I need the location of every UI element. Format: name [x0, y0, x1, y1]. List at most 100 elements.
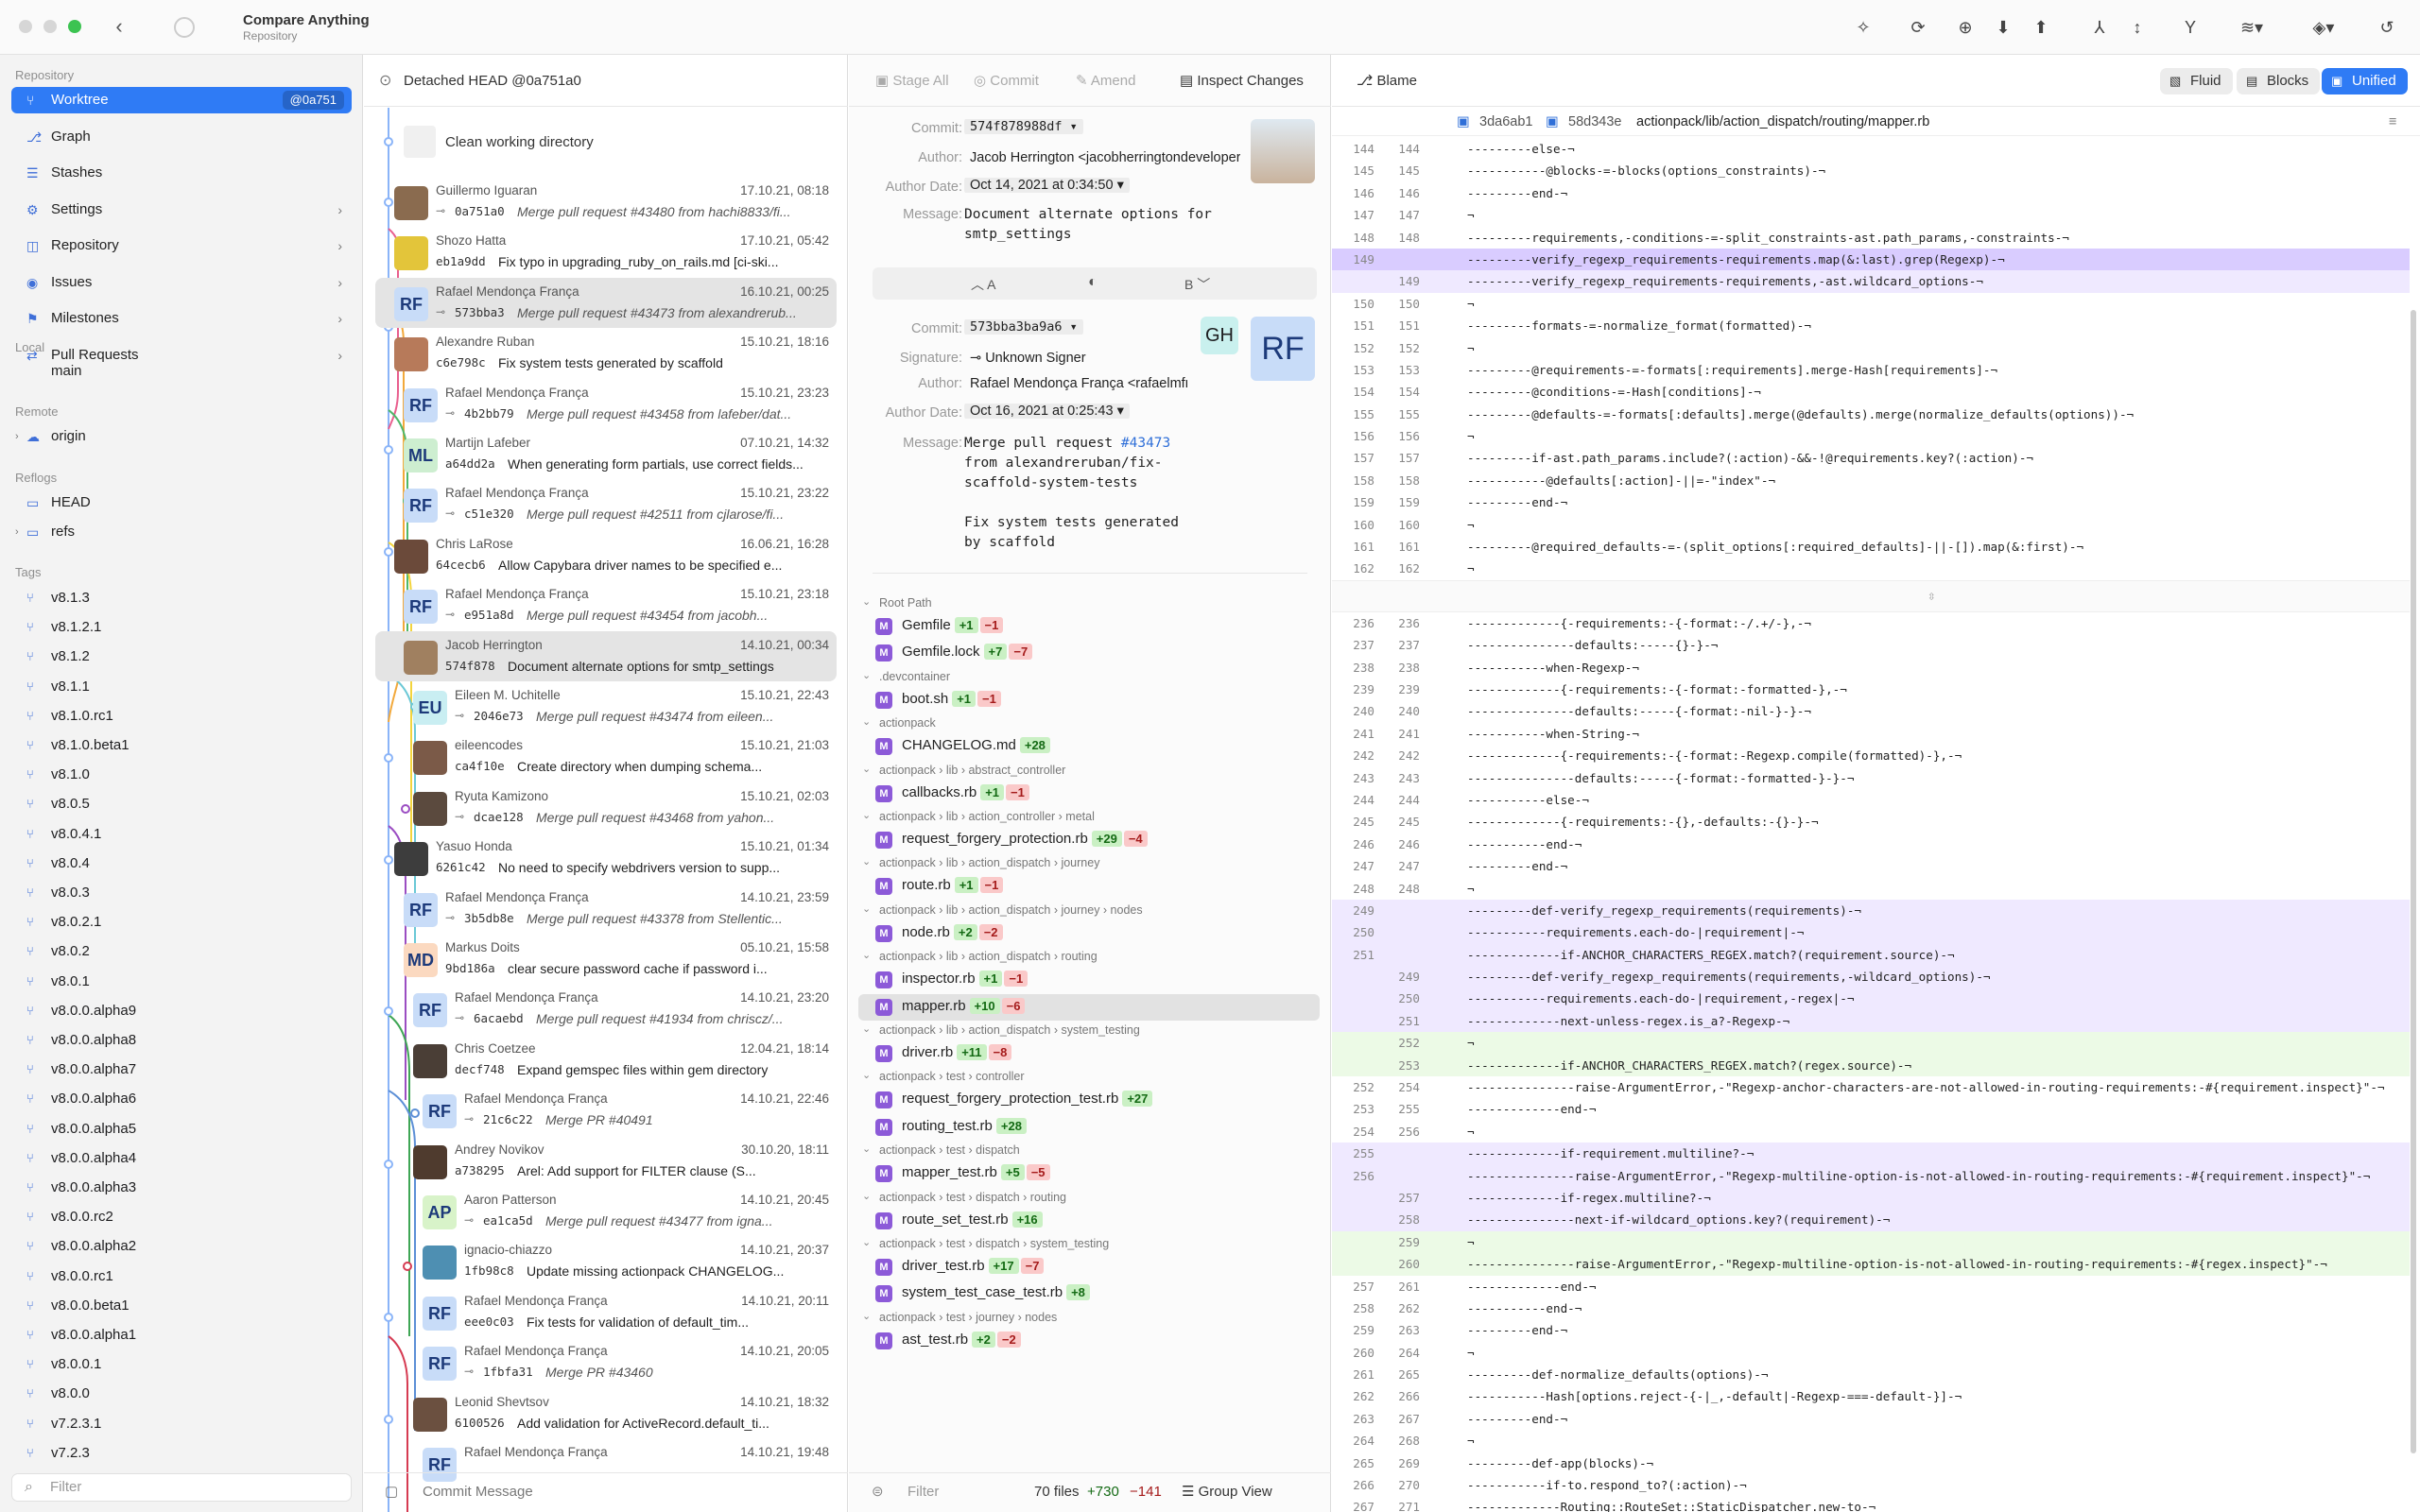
file-filter-input[interactable]: Filter [908, 1473, 939, 1511]
pull-icon[interactable]: ⬇ [1989, 13, 2017, 42]
tag-item[interactable]: ⑂ v8.1.0 [11, 762, 352, 788]
folder-path-row[interactable]: ⌄ .devcontainer [849, 667, 1331, 688]
tag-item[interactable]: ⑂ v8.1.1 [11, 674, 352, 700]
commit-row[interactable]: Shozo Hatta 17.10.21, 05:42 eb1a9dd Fix typ… [375, 227, 837, 277]
tag-item[interactable]: ⑂ v8.0.0.alpha7 [11, 1057, 352, 1083]
tag-item[interactable]: ⑂ v7.2.3 [11, 1440, 352, 1467]
reflog-item-head[interactable]: ▭ HEAD [11, 490, 352, 516]
blame-button[interactable]: ⎇ Blame [1357, 72, 1417, 89]
commit-row[interactable]: RF Rafael Mendonça França 15.10.21, 23:18 ⊸… [375, 580, 837, 630]
remote-item-origin[interactable]: › ☁ origin [11, 423, 352, 450]
tag-item[interactable]: ⑂ v8.0.0.alpha3 [11, 1175, 352, 1201]
tag-item[interactable]: ⑂ v8.0.2.1 [11, 909, 352, 936]
changed-file-row[interactable]: Mrouting_test.rb +28 [849, 1114, 1331, 1141]
layers-menu-icon[interactable]: ◈▾ [2303, 13, 2344, 42]
commit-row[interactable]: Chris LaRose 16.06.21, 16:28 64cecb6 Allow … [375, 530, 837, 580]
amend-button[interactable]: ✎ Amend [1076, 72, 1135, 89]
minimize-window-button[interactable] [43, 20, 57, 33]
folder-path-row[interactable]: ⌄ Root Path [849, 593, 1331, 614]
tag-item[interactable]: ⑂ v8.1.2 [11, 644, 352, 670]
tag-item[interactable]: ⑂ v7.2.3.1 [11, 1411, 352, 1437]
changed-file-row[interactable]: Mnode.rb +2 −2 [849, 920, 1331, 947]
commit-row[interactable]: MD Markus Doits 05.10.21, 15:58 9bd186a clea… [375, 934, 837, 984]
chevron-right-icon[interactable]: › [337, 232, 342, 259]
commit-row[interactable]: RF Rafael Mendonça França 14.10.21, 20:11 e… [375, 1287, 837, 1337]
tag-item[interactable]: ⑂ v8.0.0.alpha4 [11, 1145, 352, 1172]
refresh-icon[interactable]: ⟳ [1904, 13, 1932, 42]
chevron-right-icon[interactable]: › [337, 197, 342, 223]
tag-item[interactable]: ⑂ v8.0.0.beta1 [11, 1293, 352, 1319]
tag-item[interactable]: ⑂ v8.1.0.beta1 [11, 732, 352, 759]
folder-path-row[interactable]: ⌄ actionpack › lib › action_dispatch › sy… [849, 1021, 1331, 1041]
blocks-toggle[interactable]: ▤ Blocks [2237, 68, 2321, 94]
commit-row[interactable]: RF Rafael Mendonça França 14.10.21, 20:05 ⊸… [375, 1337, 837, 1387]
sidebar-item-issues[interactable]: ◉ Issues › [11, 269, 352, 296]
commit-b-hash[interactable]: 573bba3ba9a6 ▾ [964, 319, 1083, 335]
commit-row[interactable]: Andrey Novikov 30.10.20, 18:11 a738295 Arel… [375, 1136, 837, 1186]
chevron-right-icon[interactable]: › [337, 269, 342, 296]
fetch-icon[interactable]: ⊕ [1951, 13, 1979, 42]
tag-item[interactable]: ⑂ v8.0.4.1 [11, 821, 352, 848]
tag-item[interactable]: ⑂ v8.0.0.alpha2 [11, 1233, 352, 1260]
changed-file-row[interactable]: Mrequest_forgery_protection.rb +29 −4 [849, 827, 1331, 853]
tag-item[interactable]: ⑂ v8.0.0.alpha6 [11, 1086, 352, 1112]
working-directory-label[interactable]: Clean working directory [445, 134, 594, 150]
folder-path-row[interactable]: ⌄ actionpack [849, 713, 1331, 734]
tag-item[interactable]: ⑂ v8.0.2 [11, 938, 352, 965]
commit-row[interactable]: RF Rafael Mendonça França 14.10.21, 22:46 ⊸… [375, 1085, 837, 1135]
commit-row[interactable]: RF Rafael Mendonça França 14.10.21, 23:20 ⊸… [375, 984, 837, 1034]
commit-row[interactable]: AP Aaron Patterson 14.10.21, 20:45 ⊸ ea1ca5d… [375, 1186, 837, 1236]
commit-b-date[interactable]: Oct 16, 2021 at 0:25:43 ▾ [964, 404, 1130, 419]
side-a-button[interactable]: ︿ A [971, 275, 995, 294]
swap-icon[interactable]: ◐ [1088, 274, 1098, 291]
changed-file-row[interactable]: Mmapper.rb +10 −6 [858, 993, 1320, 1021]
commit-a-date[interactable]: Oct 14, 2021 at 0:34:50 ▾ [964, 178, 1130, 193]
commit-row[interactable]: Alexandre Ruban 15.10.21, 18:16 c6e798c Fix… [375, 328, 837, 378]
folder-path-row[interactable]: ⌄ actionpack › lib › action_dispatch › jo… [849, 853, 1331, 874]
options-icon[interactable]: ≡ [2389, 108, 2396, 136]
sidebar-item-repository[interactable]: ◫ Repository › [11, 232, 352, 259]
folder-path-row[interactable]: ⌄ actionpack › test › dispatch › routing [849, 1188, 1331, 1209]
push-icon[interactable]: ⬆ [2027, 13, 2055, 42]
sidebar-item-settings[interactable]: ⚙ Settings › [11, 197, 352, 223]
sidebar-item-graph[interactable]: ⎇ Graph [11, 124, 352, 150]
group-view-button[interactable]: ☰ Group View [1182, 1473, 1272, 1511]
commit-row[interactable]: Yasuo Honda 15.10.21, 01:34 6261c42 No need… [375, 833, 837, 883]
changed-file-row[interactable]: Mdriver_test.rb +17 −7 [849, 1254, 1331, 1280]
tag-item[interactable]: ⑂ v8.0.0.alpha1 [11, 1322, 352, 1349]
changed-file-row[interactable]: Mdriver.rb +11 −8 [849, 1040, 1331, 1067]
folder-path-row[interactable]: ⌄ actionpack › test › controller [849, 1067, 1331, 1088]
commit-row[interactable]: ML Martijn Lafeber 07.10.21, 14:32 a64dd2a W… [375, 429, 837, 479]
chevron-right-icon[interactable]: › [337, 305, 342, 332]
commit-row[interactable]: Leonid Shevtsov 14.10.21, 18:32 6100526 Add… [375, 1388, 837, 1438]
tag-item[interactable]: ⑂ v8.1.0.rc1 [11, 703, 352, 730]
commit-row[interactable]: ignacio-chiazzo 14.10.21, 20:37 1fb98c8 Upd… [375, 1236, 837, 1286]
branch-item-main[interactable]: main [11, 358, 352, 385]
tag-item[interactable]: ⑂ v8.0.0.alpha5 [11, 1116, 352, 1143]
sidebar-item-stashes[interactable]: ☰ Stashes [11, 160, 352, 186]
changed-file-row[interactable]: Mmapper_test.rb +5 −5 [849, 1160, 1331, 1187]
tag-item[interactable]: ⑂ v8.1.3 [11, 585, 352, 611]
commit-a-hash[interactable]: 574f878988df ▾ [964, 119, 1083, 134]
commit-row[interactable]: RF Rafael Mendonça França 16.10.21, 00:25 ⊸… [375, 277, 837, 328]
side-b-button[interactable]: B ﹀ [1184, 275, 1210, 294]
folder-path-row[interactable]: ⌄ actionpack › lib › action_dispatch › jo… [849, 901, 1331, 921]
changed-file-row[interactable]: Minspector.rb +1 −1 [849, 967, 1331, 993]
tag-item[interactable]: ⑂ v8.0.3 [11, 880, 352, 906]
sidebar-item-milestones[interactable]: ⚑ Milestones › [11, 305, 352, 332]
unified-toggle[interactable]: ▣ Unified [2322, 68, 2408, 94]
stage-all-button[interactable]: ▣ Stage All [875, 72, 949, 89]
sidebar-item-worktree[interactable]: ⑂ Worktree @0a751 [11, 87, 352, 113]
commit-row[interactable]: EU Eileen M. Uchitelle 15.10.21, 22:43 ⊸ 204… [375, 681, 837, 731]
changed-file-row[interactable]: M Gemfile.lock +7 −7 [849, 640, 1331, 666]
sidebar-filter-input[interactable]: ⌕ Filter [11, 1473, 352, 1502]
commit-row[interactable]: Ryuta Kamizono 15.10.21, 02:03 ⊸ dcae128 Mer… [375, 782, 837, 833]
changed-file-row[interactable]: M Gemfile +1 −1 [849, 613, 1331, 640]
zoom-window-button[interactable] [68, 20, 81, 33]
tag-item[interactable]: ⑂ v8.0.0 [11, 1381, 352, 1407]
tag-item[interactable]: ⑂ v8.0.0.rc1 [11, 1263, 352, 1290]
changed-file-row[interactable]: Mast_test.rb +2 −2 [849, 1328, 1331, 1354]
commit-row[interactable]: Guillermo Iguaran 17.10.21, 08:18 ⊸ 0a751a0… [375, 177, 837, 227]
tag-item[interactable]: ⑂ v8.1.2.1 [11, 614, 352, 641]
expand-icon[interactable]: ⇳ [1927, 586, 1935, 607]
